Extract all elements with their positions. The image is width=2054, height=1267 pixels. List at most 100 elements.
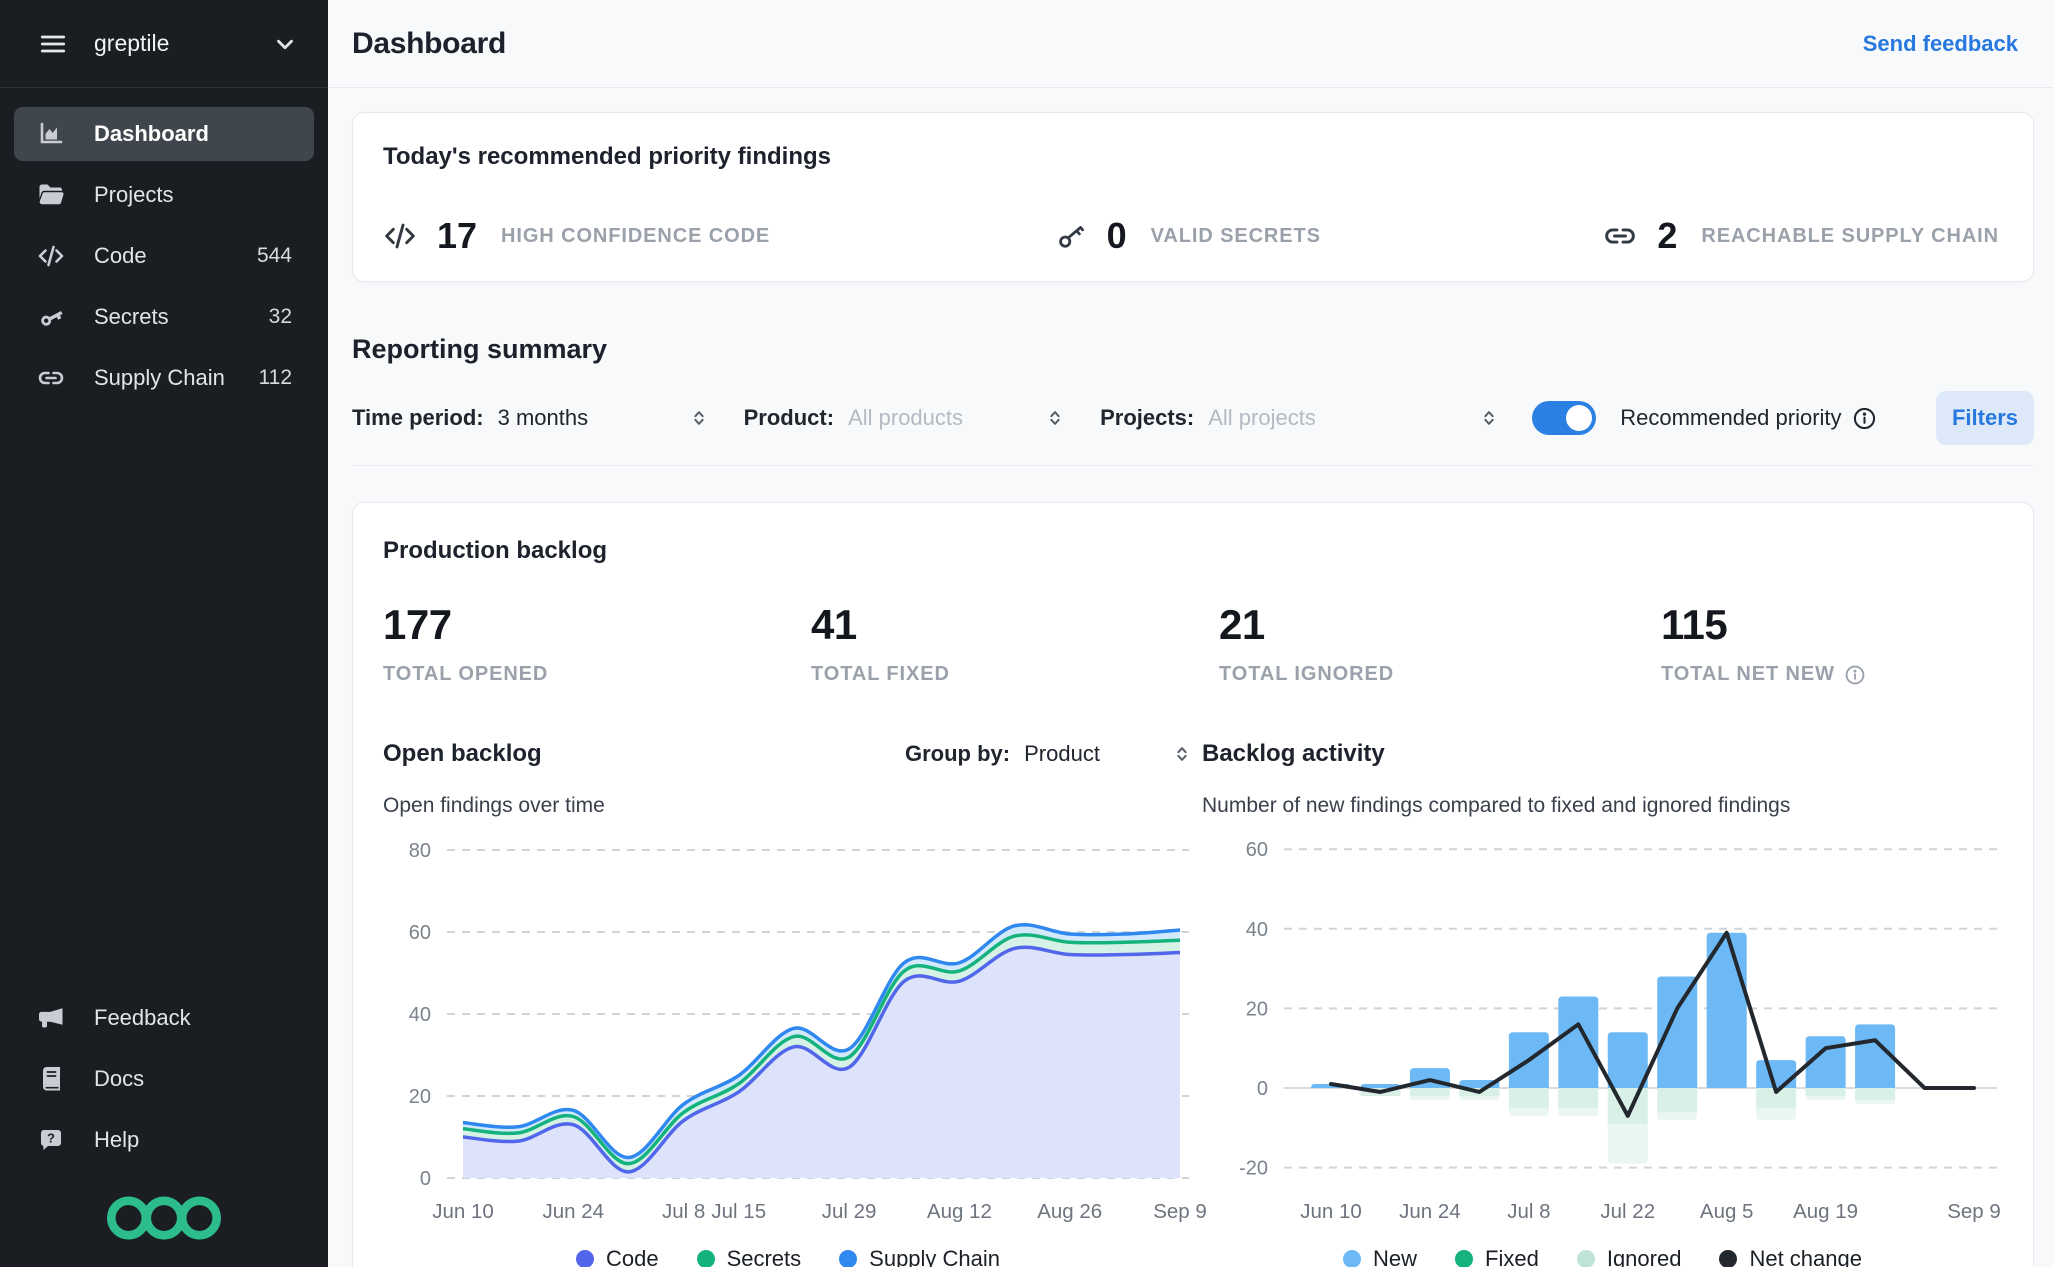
legend-label: Secrets [726, 1246, 802, 1267]
legend-label: Ignored [1606, 1246, 1682, 1267]
svg-text:Jul 8: Jul 8 [662, 1200, 705, 1223]
svg-text:Jul 29: Jul 29 [822, 1200, 877, 1223]
sidebar-item-help[interactable]: ? Help [14, 1113, 314, 1167]
priority-card-title: Today's recommended priority findings [383, 143, 831, 170]
open-backlog-subtitle: Open findings over time [383, 794, 605, 817]
legend-dot [575, 1250, 594, 1267]
svg-text:20: 20 [1246, 998, 1268, 1020]
legend-item-fixed: Fixed [1455, 1246, 1539, 1267]
open-backlog-title: Open backlog [383, 740, 542, 767]
backlog-activity-title: Backlog activity [1202, 740, 1385, 767]
projects-select[interactable]: All projects [1208, 405, 1500, 431]
unfold-chevrons-icon [1171, 743, 1193, 765]
legend-label: New [1373, 1246, 1418, 1267]
sidebar-item-label: Secrets [94, 304, 169, 329]
info-icon[interactable] [1844, 664, 1866, 686]
legend-item-ignored: Ignored [1576, 1246, 1682, 1267]
legend-dot [839, 1250, 858, 1267]
sidebar-item-label: Projects [94, 182, 174, 207]
sidebar-item-label: Supply Chain [94, 365, 225, 390]
sidebar-item-docs[interactable]: Docs [14, 1052, 314, 1106]
svg-text:Aug 19: Aug 19 [1793, 1200, 1858, 1223]
svg-text:60: 60 [409, 922, 431, 944]
page-title: Dashboard [352, 26, 506, 60]
svg-text:Sep 9: Sep 9 [1153, 1200, 1207, 1223]
workspace-switcher[interactable]: greptile [0, 0, 328, 88]
sidebar-item-count: 112 [258, 366, 292, 389]
legend-item-supply-chain: Supply Chain [839, 1246, 1000, 1267]
recommended-priority-toggle[interactable] [1532, 401, 1597, 435]
projects-filter: Projects: All projects [1100, 405, 1500, 431]
priority-findings-card: Today's recommended priority findings 17… [352, 112, 2034, 282]
product-label: Product: [743, 405, 835, 430]
backlog-card-title: Production backlog [383, 537, 608, 564]
stat-value: 21 [1219, 601, 1265, 648]
workspace-name: greptile [94, 30, 170, 56]
sidebar-item-code[interactable]: Code 544 [14, 229, 314, 283]
svg-text:Aug 12: Aug 12 [927, 1200, 992, 1223]
svg-text:0: 0 [420, 1168, 431, 1190]
production-backlog-card: Production backlog 177 TOTAL OPENED 41 T… [352, 502, 2034, 1267]
svg-text:-20: -20 [1239, 1158, 1268, 1180]
legend-label: Net change [1749, 1246, 1862, 1267]
menu-icon[interactable] [38, 29, 68, 59]
product-filter: Product: All products [744, 405, 1066, 431]
megaphone-icon [36, 1003, 66, 1033]
sidebar-item-secrets[interactable]: Secrets 32 [14, 290, 314, 344]
stat-high-confidence-code: 17 HIGH CONFIDENCE CODE [383, 215, 770, 257]
product-select[interactable]: All products [848, 405, 1066, 431]
legend-item-secrets: Secrets [696, 1246, 802, 1267]
app-root: greptile Dashboard Projects Code 544 Sec… [0, 0, 2054, 1267]
sidebar-item-projects[interactable]: Projects [14, 168, 314, 222]
stat-label: TOTAL NET NEW [1661, 663, 2003, 686]
svg-text:Jul 8: Jul 8 [1507, 1200, 1550, 1223]
legend-label: Fixed [1485, 1246, 1539, 1267]
stat-total-opened: 177 TOTAL OPENED [383, 601, 811, 686]
stat-value: 2 [1657, 215, 1678, 256]
link-icon [36, 363, 66, 393]
open-backlog-header: Open backlog Group by: Product [383, 736, 1193, 772]
recommended-priority-label: Recommended priority [1620, 405, 1842, 430]
code-icon [383, 219, 417, 253]
sidebar-nav: Dashboard Projects Code 544 Secrets 32 S… [0, 88, 328, 412]
sidebar-footer: Feedback Docs ? Help [0, 991, 328, 1267]
link-icon [1603, 219, 1637, 253]
sidebar-item-label: Help [94, 1127, 140, 1152]
filters-button[interactable]: Filters [1936, 391, 2034, 445]
sidebar-item-feedback[interactable]: Feedback [14, 991, 314, 1045]
legend-item-net-change: Net change [1719, 1246, 1862, 1267]
legend-dot [1343, 1250, 1362, 1267]
stat-label: HIGH CONFIDENCE CODE [501, 224, 771, 247]
reporting-summary-title: Reporting summary [352, 334, 608, 364]
stat-value: 41 [811, 601, 857, 648]
stat-valid-secrets: 0 VALID SECRETS [1053, 215, 1321, 257]
topbar: Dashboard Send feedback [328, 0, 2054, 88]
key-icon [36, 302, 66, 332]
section-divider [352, 465, 2034, 466]
charts-row: Open backlog Group by: Product Open find… [383, 736, 2003, 1267]
key-icon [1053, 219, 1087, 253]
recommended-priority-toggle-group: Recommended priority [1532, 401, 1876, 435]
time-period-select[interactable]: 3 months [498, 405, 710, 431]
svg-text:Jul 15: Jul 15 [711, 1200, 766, 1223]
chevron-down-icon [272, 31, 298, 57]
sidebar-item-label: Code [94, 243, 147, 268]
svg-text:Aug 5: Aug 5 [1700, 1200, 1754, 1223]
svg-text:60: 60 [1246, 839, 1268, 861]
send-feedback-link[interactable]: Send feedback [1863, 31, 2018, 57]
svg-text:0: 0 [1257, 1078, 1268, 1100]
sidebar-item-supply-chain[interactable]: Supply Chain 112 [14, 351, 314, 405]
stat-label: TOTAL IGNORED [1219, 663, 1395, 685]
svg-text:40: 40 [1246, 919, 1268, 941]
open-backlog-section: Open backlog Group by: Product Open find… [383, 736, 1207, 1267]
svg-text:Jul 22: Jul 22 [1600, 1200, 1655, 1223]
stat-label-text: TOTAL NET NEW [1661, 663, 1835, 685]
stat-label: TOTAL OPENED [383, 663, 549, 685]
group-by-select[interactable]: Group by: Product [905, 741, 1193, 767]
sidebar-item-dashboard[interactable]: Dashboard [14, 107, 314, 161]
time-period-filter: Time period: 3 months [352, 405, 710, 431]
legend-dot [1719, 1250, 1738, 1267]
unfold-chevrons-icon [688, 407, 710, 429]
info-icon[interactable] [1852, 406, 1877, 431]
legend-dot [1455, 1250, 1474, 1267]
